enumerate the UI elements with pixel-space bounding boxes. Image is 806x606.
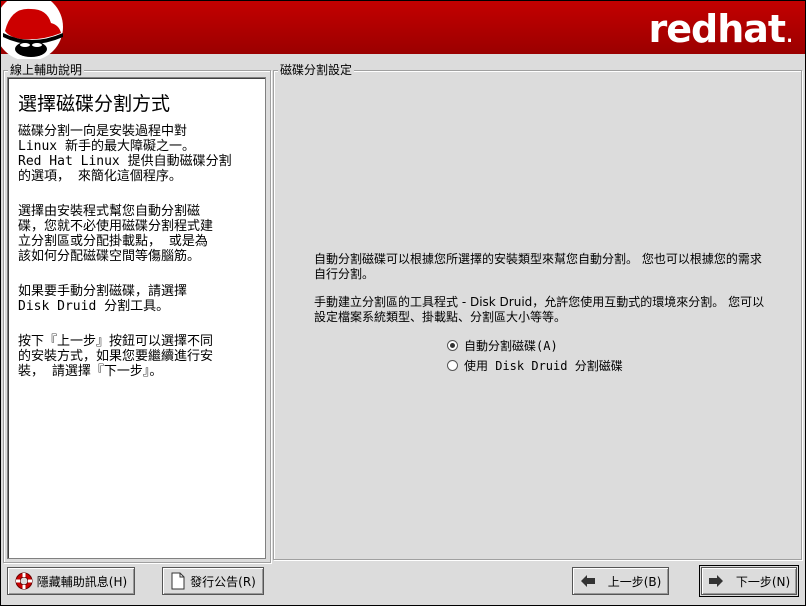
arrow-right-icon: [708, 574, 724, 588]
shadowman-logo-icon: [1, 1, 63, 59]
radio-auto-partition[interactable]: 自動分割磁碟(A): [447, 337, 558, 354]
auto-partition-description: 自動分割磁碟可以根據您所選擇的安裝類型來幫您自動分割。 您也可以根據您的需求自行…: [314, 252, 762, 281]
redhat-wordmark: redhat.: [648, 7, 794, 51]
radio-disk-druid[interactable]: 使用 Disk Druid 分割磁碟: [447, 357, 623, 374]
radio-disk-druid-label: 使用 Disk Druid 分割磁碟: [464, 359, 623, 373]
hide-help-button[interactable]: 隱藏輔助訊息(H): [7, 567, 135, 595]
next-button[interactable]: 下一步(N): [699, 565, 799, 597]
help-title: 選擇磁碟分割方式: [18, 93, 171, 115]
back-button[interactable]: 上一步(B): [572, 567, 669, 595]
partition-settings-group: 磁碟分割設定 自動分割磁碟可以根據您所選擇的安裝類型來幫您自動分割。 您也可以根…: [273, 63, 802, 560]
partition-settings-title: 磁碟分割設定: [278, 63, 355, 77]
radio-unselected-icon[interactable]: [447, 360, 458, 371]
release-notes-button[interactable]: 發行公告(R): [162, 567, 264, 595]
lifebuoy-icon: [15, 572, 33, 590]
help-paragraph-3: 如果要手動分割磁碟，請選擇 Disk Druid 分割工具。: [18, 284, 188, 314]
header-banner: redhat.: [1, 1, 805, 59]
help-text-area[interactable]: 選擇磁碟分割方式 磁碟分割一向是安裝過程中對 Linux 新手的最大障礙之一。 …: [7, 77, 266, 559]
document-icon: [170, 572, 186, 590]
radio-selected-icon[interactable]: [447, 340, 458, 351]
help-paragraph-1: 磁碟分割一向是安裝過程中對 Linux 新手的最大障礙之一。 Red Hat L…: [18, 124, 232, 184]
help-paragraph-2: 選擇由安裝程式幫您自動分割磁 碟，您就不必使用磁碟分割程式建 立分割區或分配掛載…: [18, 204, 214, 264]
arrow-left-icon: [580, 574, 596, 588]
help-group-title: 線上輔助說明: [8, 63, 85, 77]
disk-druid-description: 手動建立分割區的工具程式 - Disk Druid，允許您使用互動式的環境來分割…: [314, 295, 765, 324]
help-paragraph-4: 按下『上一步』按鈕可以選擇不同 的安裝方式，如果您要繼續進行安 裝， 請選擇『下…: [18, 334, 214, 379]
radio-auto-partition-label: 自動分割磁碟(A): [464, 339, 558, 353]
